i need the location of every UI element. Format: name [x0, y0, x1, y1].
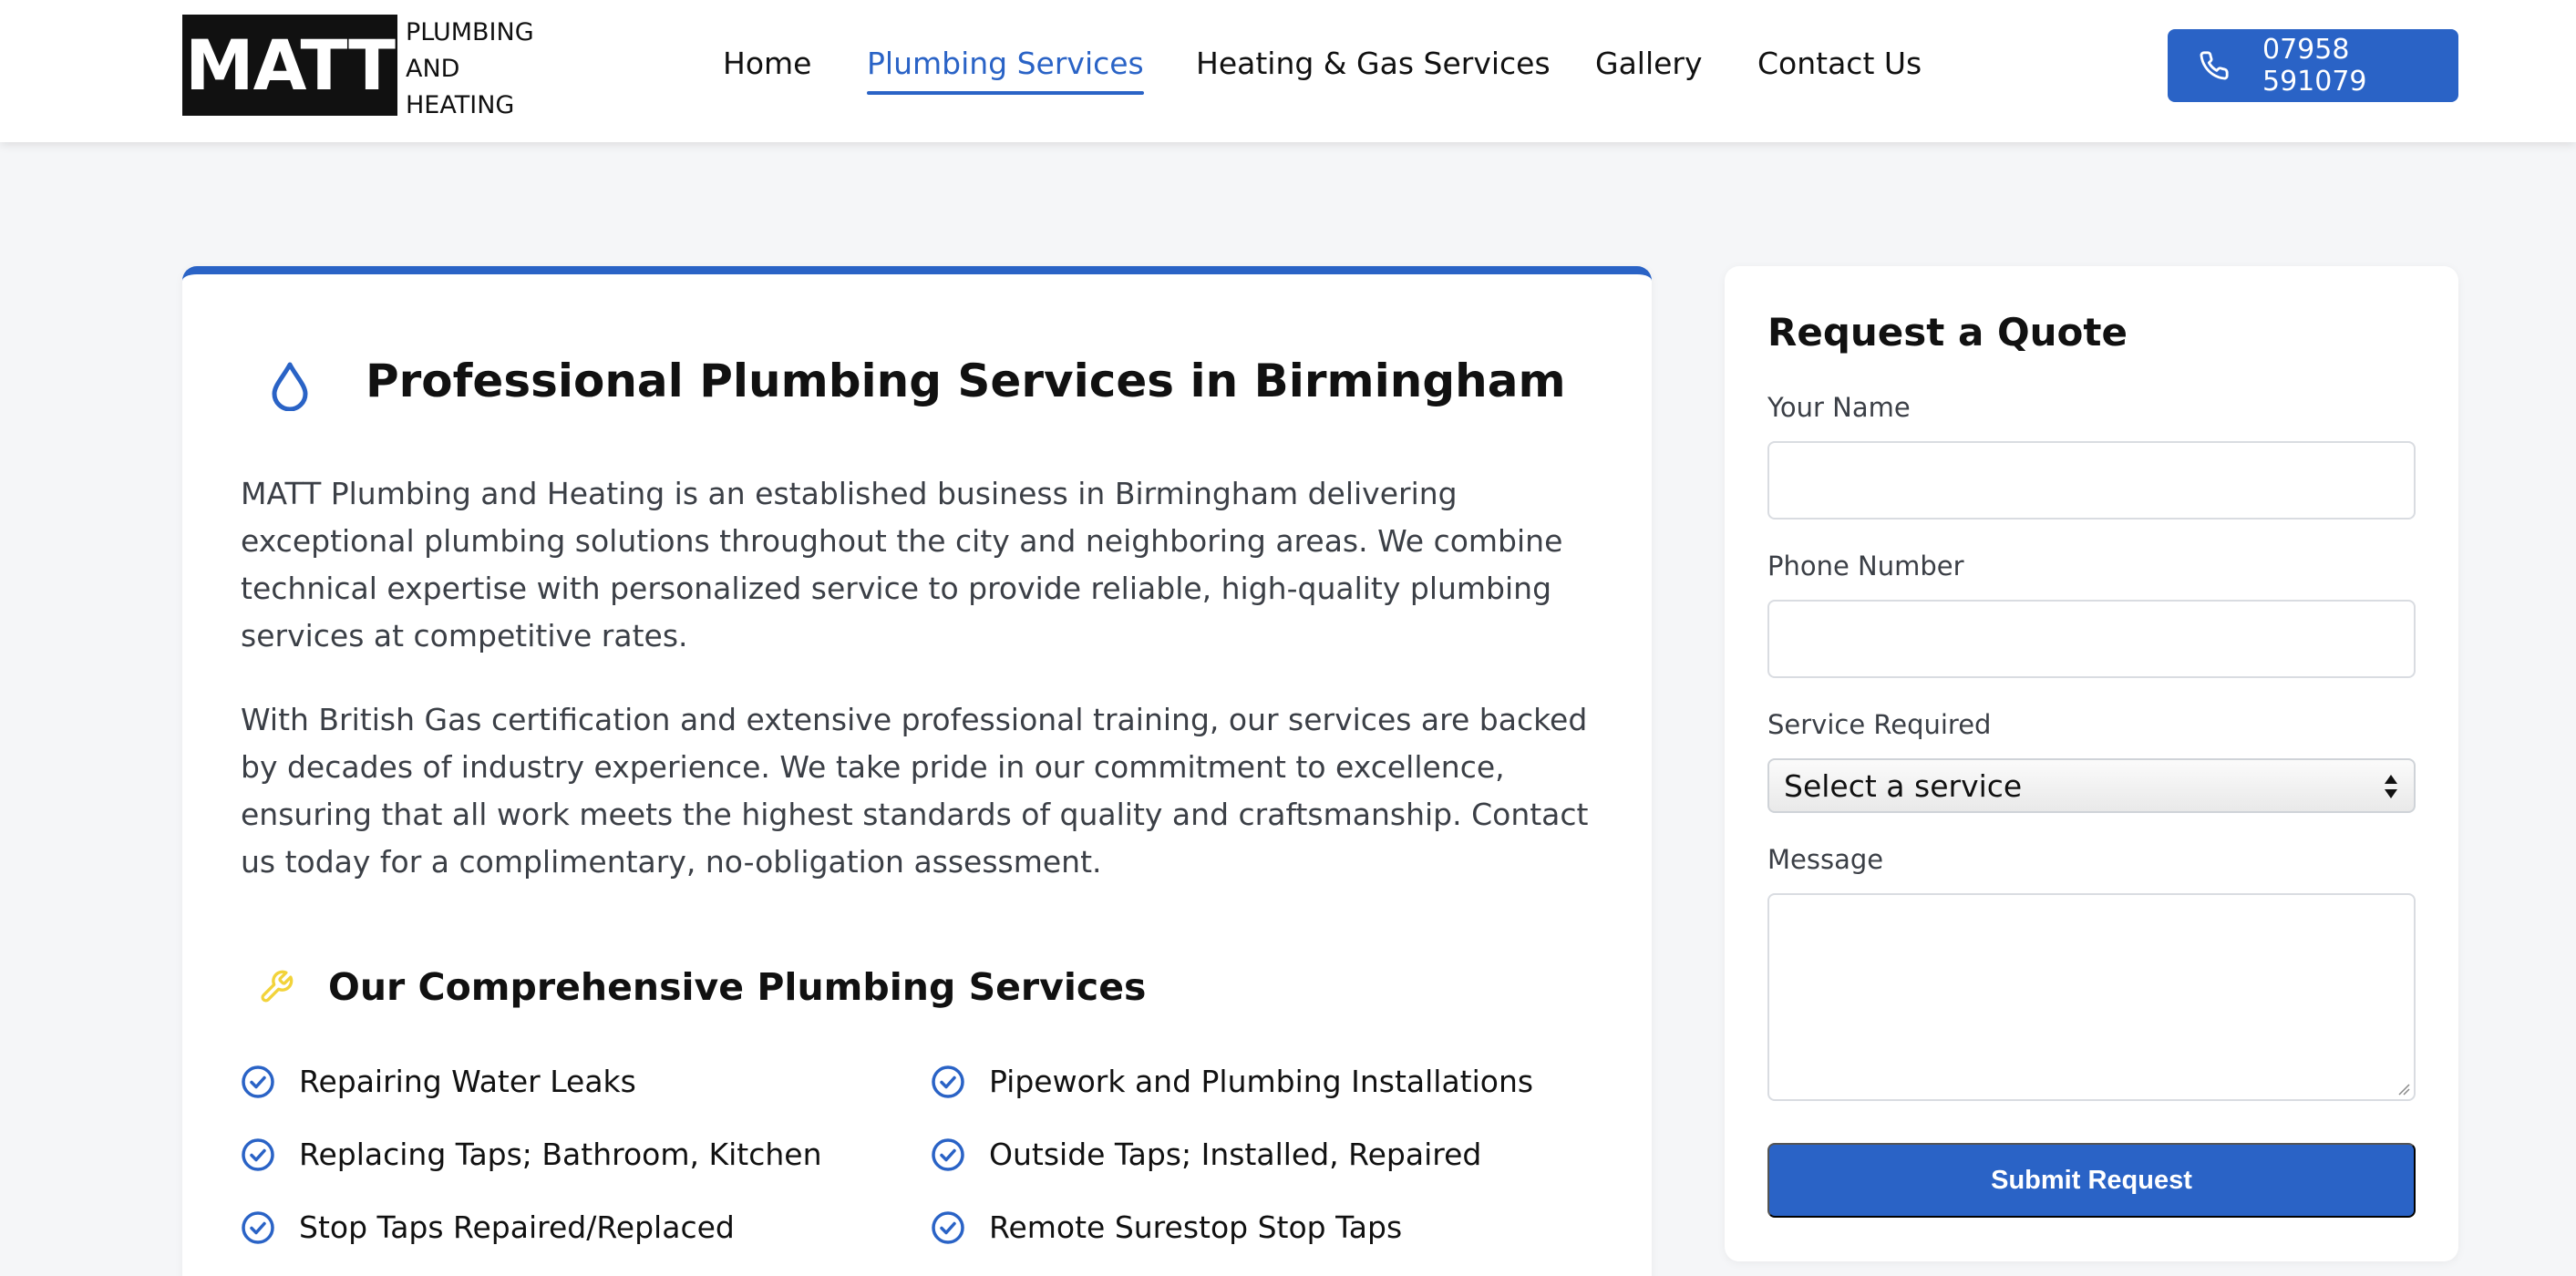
- nav-contact-us[interactable]: Contact Us: [1757, 42, 1922, 86]
- service-item: Repairing Water Leaks: [241, 1064, 636, 1099]
- logo-mark[interactable]: MATT: [182, 15, 397, 116]
- service-item: Pipework and Plumbing Installations: [931, 1064, 1533, 1099]
- check-circle-icon: [932, 1137, 964, 1171]
- service-label: Replacing Taps; Bathroom, Kitchen: [299, 1137, 822, 1172]
- service-label: Repairing Water Leaks: [299, 1064, 636, 1099]
- check-circle-icon: [932, 1065, 964, 1098]
- service-label: Remote Surestop Stop Taps: [989, 1209, 1403, 1245]
- service-item: Stop Taps Repaired/Replaced: [241, 1209, 735, 1245]
- quote-form-card: Request a Quote Your Name Phone Number S…: [1725, 266, 2458, 1261]
- phone-input[interactable]: [1767, 600, 2416, 678]
- page-title: Professional Plumbing Services in Birmin…: [366, 355, 1566, 407]
- submit-request-button[interactable]: Submit Request: [1767, 1143, 2416, 1218]
- nav-gallery[interactable]: Gallery: [1595, 42, 1703, 86]
- name-input[interactable]: [1767, 441, 2416, 520]
- nav-home[interactable]: Home: [723, 42, 811, 86]
- services-heading: Our Comprehensive Plumbing Services: [328, 965, 1147, 1009]
- phone-label: Phone Number: [1767, 551, 1964, 581]
- logo-text[interactable]: PLUMBING AND HEATING: [406, 15, 551, 124]
- water-drop-icon: [269, 360, 311, 412]
- service-label: Outside Taps; Installed, Repaired: [989, 1137, 1482, 1172]
- nav-heating-gas-services[interactable]: Heating & Gas Services: [1196, 42, 1551, 86]
- check-circle-icon: [242, 1137, 274, 1171]
- name-label: Your Name: [1767, 392, 1911, 423]
- nav-plumbing-services[interactable]: Plumbing Services: [867, 42, 1144, 95]
- site-header: MATT PLUMBING AND HEATING Home Plumbing …: [0, 0, 2576, 142]
- resize-grip-icon[interactable]: [2396, 1081, 2410, 1096]
- message-textarea[interactable]: [1767, 893, 2416, 1101]
- service-select[interactable]: Select a service: [1767, 758, 2416, 813]
- service-select-value: Select a service: [1784, 767, 2023, 804]
- check-circle-icon: [242, 1210, 274, 1244]
- service-item: Remote Surestop Stop Taps: [931, 1209, 1402, 1245]
- check-circle-icon: [242, 1065, 274, 1098]
- message-label: Message: [1767, 844, 1884, 875]
- service-item: Outside Taps; Installed, Repaired: [931, 1137, 1481, 1172]
- plumbing-info-card: Professional Plumbing Services in Birmin…: [182, 266, 1652, 1276]
- phone-icon: [2199, 50, 2230, 81]
- service-label: Pipework and Plumbing Installations: [989, 1064, 1534, 1099]
- service-label: Service Required: [1767, 709, 1992, 740]
- phone-button[interactable]: 07958 591079: [2168, 29, 2458, 102]
- service-label: Stop Taps Repaired/Replaced: [299, 1209, 735, 1245]
- service-item: Replacing Taps; Bathroom, Kitchen: [241, 1137, 822, 1172]
- logo-line-2: AND: [406, 55, 460, 83]
- select-arrows-icon: [2385, 775, 2397, 798]
- logo-line-3: HEATING: [406, 91, 515, 119]
- intro-paragraph: MATT Plumbing and Heating is an establis…: [241, 476, 1563, 653]
- check-circle-icon: [932, 1210, 964, 1244]
- certification-paragraph: With British Gas certification and exten…: [241, 702, 1589, 880]
- phone-number: 07958 591079: [2262, 34, 2367, 98]
- wrench-icon: [258, 969, 294, 1005]
- quote-form-title: Request a Quote: [1767, 310, 2128, 355]
- logo-line-1: PLUMBING: [406, 18, 534, 46]
